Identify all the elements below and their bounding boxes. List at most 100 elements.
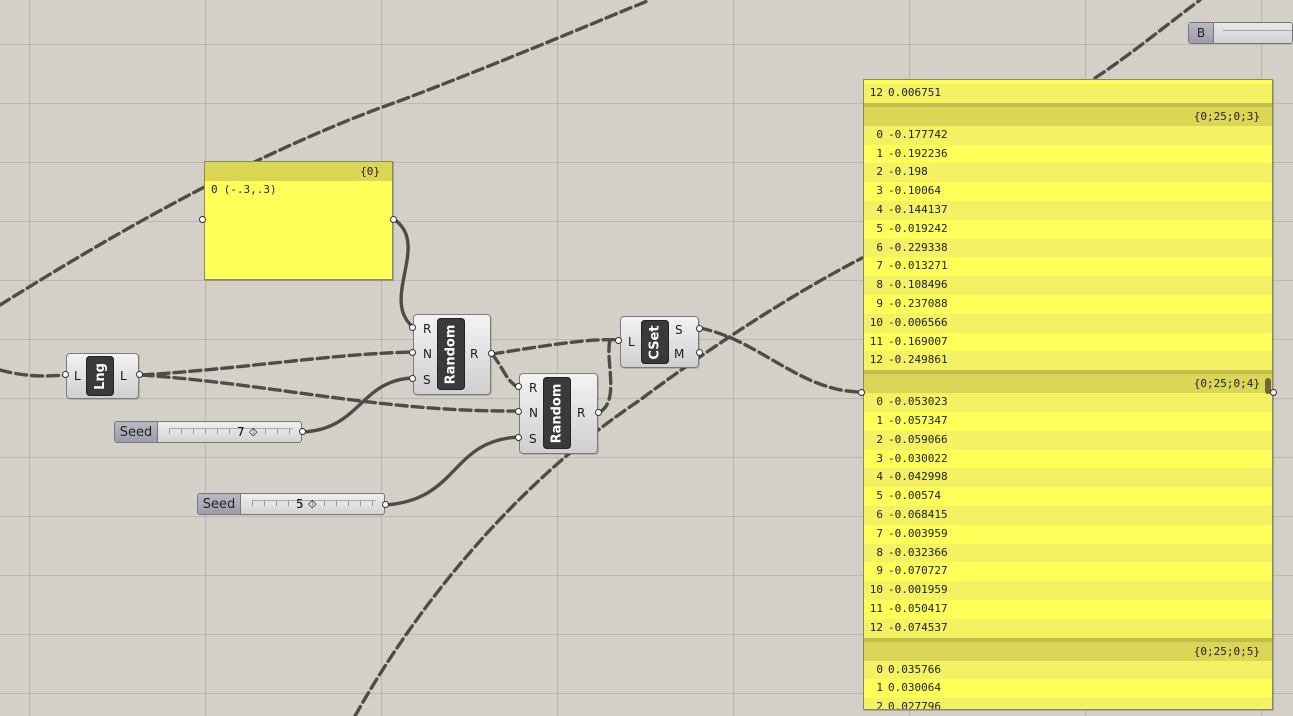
row-value: -0.053023: [888, 395, 948, 409]
panel-row: 6 -0.068415: [864, 505, 1272, 525]
panel-row: 12 -0.249861: [864, 351, 1272, 371]
seed1-output-grip[interactable]: [299, 428, 306, 435]
row-index: 4: [876, 470, 883, 484]
component-name: Lng: [86, 356, 114, 396]
seed-slider-1[interactable]: Seed 7 ◇: [114, 421, 302, 443]
panel-row: 1 0.030064: [864, 679, 1272, 698]
row-value: 0.030064: [888, 681, 941, 695]
wire-seed5-to-random2-s[interactable]: [383, 435, 521, 507]
row-value: 0.006751: [888, 86, 941, 99]
wire-upper-right[interactable]: [1093, 0, 1202, 80]
random1-grip-s[interactable]: [409, 375, 416, 382]
panel-row: 0 (-.3,.3): [205, 181, 392, 200]
row-value: 0.035766: [888, 662, 941, 676]
wire-panel-to-random-r[interactable]: [393, 218, 415, 329]
output-port-r: R: [470, 347, 479, 361]
row-index: 8: [876, 545, 883, 559]
input-port-s: S: [423, 373, 431, 387]
row-index: 5: [876, 221, 883, 235]
random2-grip-n[interactable]: [515, 408, 522, 415]
row-value: -0.074537: [888, 620, 948, 634]
row-value: -0.042998: [888, 470, 948, 484]
row-value: -0.030022: [888, 451, 948, 465]
row-index: 6: [876, 507, 883, 521]
create-set-component[interactable]: L CSet S M: [620, 316, 699, 368]
panel-row: 0 -0.053023: [864, 393, 1272, 412]
panel-row: 5 -0.019242: [864, 220, 1272, 239]
row-index: 1: [876, 681, 883, 695]
wire-random2-loop[interactable]: [598, 338, 613, 414]
random-component-2[interactable]: R N S Random R: [519, 373, 598, 454]
input-port-r: R: [529, 381, 538, 395]
panel-row: 9 -0.070727: [864, 562, 1272, 581]
panel-row: 10 -0.001959: [864, 581, 1272, 600]
random1-grip-r[interactable]: [409, 324, 416, 331]
row-value: -0.059066: [888, 432, 948, 446]
row-index: 3: [876, 184, 883, 198]
panel-row: 7 -0.003959: [864, 525, 1272, 544]
slider-name: Seed: [115, 422, 158, 442]
slider-knob-icon[interactable]: ◇: [249, 425, 257, 438]
panel-row: 3 -0.030022: [864, 450, 1272, 469]
output-port-s: S: [675, 323, 683, 337]
panel-row: 6 -0.229338: [864, 238, 1272, 258]
cset-grip-in[interactable]: [615, 337, 622, 344]
wire-lng-to-random-n[interactable]: [140, 350, 415, 377]
row-index: 2: [876, 432, 883, 446]
random1-grip-out[interactable]: [488, 350, 495, 357]
list-length-component[interactable]: L Lng L: [66, 353, 139, 399]
random1-grip-n[interactable]: [409, 349, 416, 356]
panel-list: 12 0.006751 {0;25;0;3} 0 -0.177742 1 -0.192236…: [864, 84, 1272, 710]
panel-row: 4 -0.042998: [864, 468, 1272, 488]
row-index: 9: [876, 296, 883, 310]
cset-grip-m[interactable]: [696, 349, 703, 356]
random-component-1[interactable]: R N S Random R: [413, 314, 491, 395]
wire-left-to-lng[interactable]: [0, 368, 68, 378]
row-index: 0: [876, 395, 883, 409]
slider-track[interactable]: [169, 428, 293, 437]
row-index: 11: [869, 334, 883, 348]
row-index: 1: [876, 146, 883, 160]
row-index: 12: [869, 620, 883, 634]
row-index: 7: [876, 526, 883, 540]
output-panel-output-grip[interactable]: [1270, 389, 1277, 396]
panel-path-header: {0;25;0;5}: [864, 641, 1272, 661]
panel-output-grip[interactable]: [390, 216, 397, 223]
random2-grip-r[interactable]: [515, 383, 522, 390]
row-value: 0.027796: [888, 700, 941, 710]
output-panel[interactable]: 12 0.006751 {0;25;0;3} 0 -0.177742 1 -0.192236…: [863, 79, 1273, 710]
random2-grip-s[interactable]: [515, 434, 522, 441]
row-value: -0.229338: [888, 240, 948, 254]
panel-row: 8 -0.032366: [864, 543, 1272, 563]
row-value: -0.057347: [888, 413, 948, 427]
row-index: 10: [869, 315, 883, 329]
row-index: 5: [876, 489, 883, 503]
wire-random-to-random2[interactable]: [490, 352, 521, 390]
row-value: -0.169007: [888, 334, 948, 348]
cset-grip-s[interactable]: [696, 325, 703, 332]
row-index: 11: [869, 601, 883, 615]
lng-output-grip[interactable]: [136, 371, 143, 378]
row-index: 4: [876, 202, 883, 216]
boolean-toggle-node[interactable]: B: [1188, 22, 1293, 44]
output-panel-input-grip[interactable]: [858, 389, 865, 396]
row-index: 10: [869, 583, 883, 597]
random2-grip-out[interactable]: [595, 409, 602, 416]
output-port-r: R: [577, 406, 586, 420]
slider-knob-icon[interactable]: ◇: [308, 497, 316, 510]
panel-row: 12 0.006751: [864, 84, 1272, 103]
row-value: (-.3,.3): [223, 183, 277, 196]
row-value: -0.013271: [888, 259, 948, 273]
panel-input-grip[interactable]: [199, 216, 206, 223]
input-panel[interactable]: {0} 0 (-.3,.3): [204, 161, 393, 280]
row-value: -0.177742: [888, 127, 948, 141]
seed-slider-2[interactable]: Seed 5 ◇: [197, 493, 385, 515]
panel-row: 9 -0.237088: [864, 295, 1272, 314]
wire-random-to-cset[interactable]: [490, 337, 622, 356]
lng-input-grip[interactable]: [62, 371, 69, 378]
seed2-output-grip[interactable]: [382, 501, 389, 508]
component-name: CSet: [641, 320, 669, 364]
row-index: 12: [869, 353, 883, 367]
row-index: 1: [876, 413, 883, 427]
wire-cset-to-panel[interactable]: [698, 326, 864, 394]
